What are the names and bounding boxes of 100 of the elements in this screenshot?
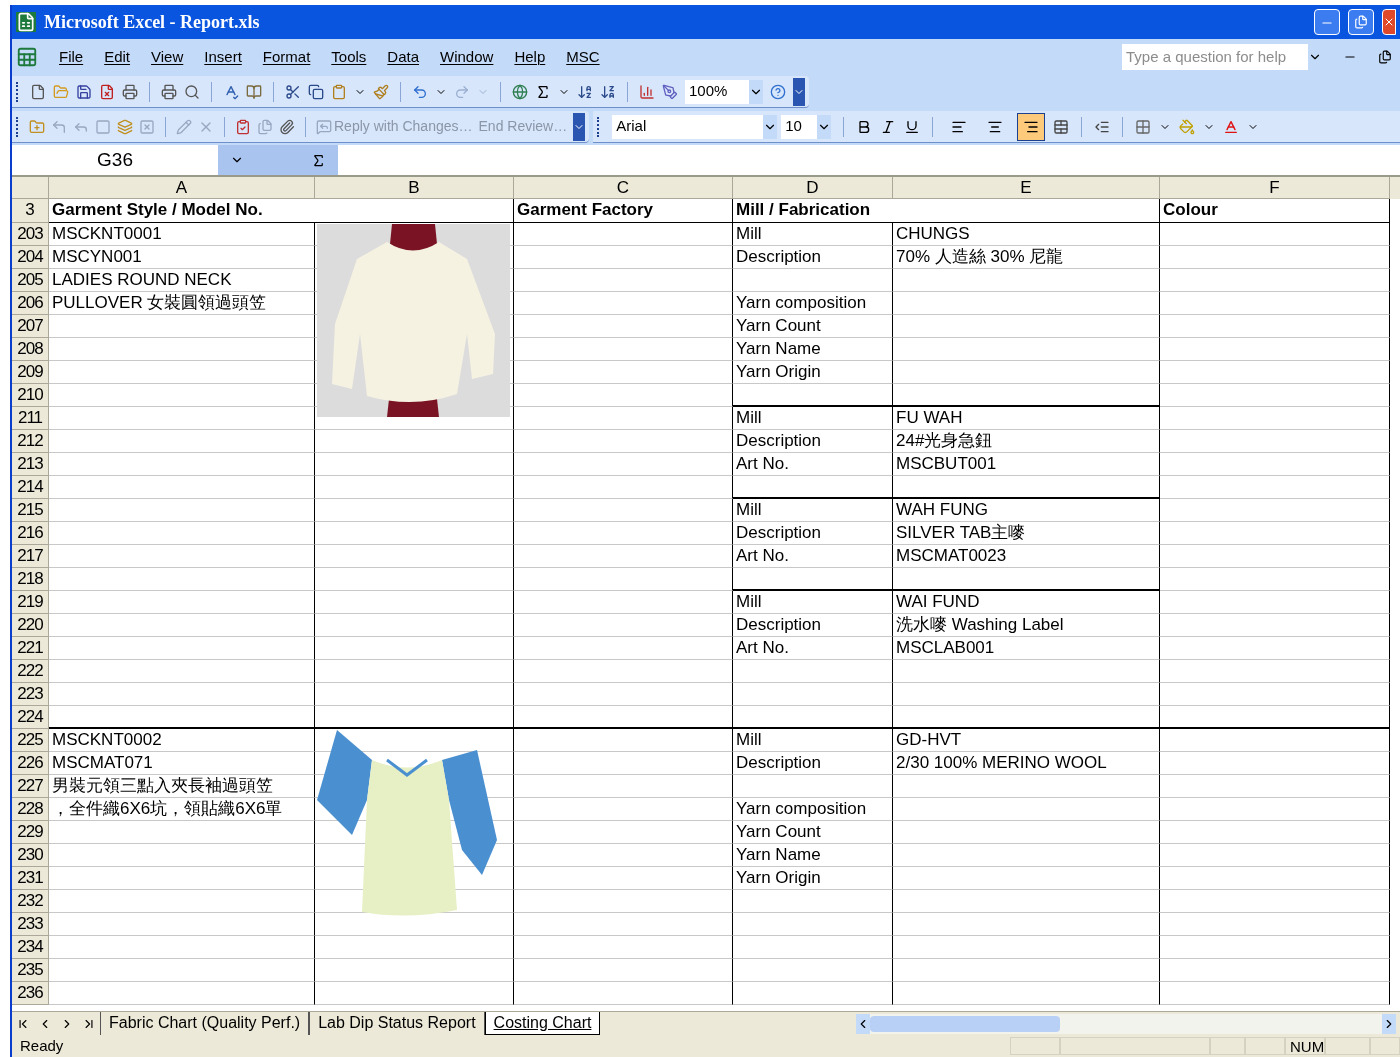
menu-item[interactable]: Tools (331, 45, 367, 69)
table-cell: MSCYN001 (49, 246, 315, 269)
track-changes-icon[interactable] (235, 118, 251, 135)
drawing-icon[interactable] (662, 83, 678, 100)
fill-color-icon[interactable] (1179, 118, 1196, 135)
menu-item[interactable]: MSC (566, 45, 600, 69)
paste-icon[interactable] (331, 83, 347, 100)
function-icon[interactable] (311, 152, 326, 168)
column-header[interactable]: A (49, 177, 315, 199)
row-header[interactable]: 213 (12, 453, 49, 476)
row-header[interactable]: 233 (12, 913, 49, 936)
minimize-button[interactable] (1314, 9, 1340, 35)
menu-item[interactable]: Insert (204, 45, 242, 69)
menu-item[interactable]: Edit (104, 45, 131, 69)
print-icon[interactable] (161, 83, 177, 100)
sheet-tab[interactable]: Costing Chart (484, 1012, 601, 1035)
menu-item[interactable]: Window (440, 45, 494, 69)
column-header[interactable]: C (514, 177, 733, 199)
row-header[interactable]: 207 (12, 315, 49, 338)
attachment-icon[interactable] (279, 118, 295, 135)
row-header[interactable]: 212 (12, 430, 49, 453)
chart-icon[interactable] (639, 83, 655, 100)
row-header[interactable]: 231 (12, 867, 49, 890)
row-header[interactable]: 221 (12, 637, 49, 660)
row-header[interactable]: 3 (12, 199, 49, 223)
toolbar-options-icon[interactable] (793, 77, 805, 106)
menu-item[interactable]: Data (387, 45, 420, 69)
row-header[interactable]: 208 (12, 338, 49, 361)
row-header[interactable]: 204 (12, 246, 49, 269)
toolbar-options-icon[interactable] (573, 112, 586, 141)
row-header[interactable]: 225 (12, 729, 49, 752)
row-header[interactable]: 226 (12, 752, 49, 775)
row-header[interactable]: 218 (12, 568, 49, 591)
row-header[interactable]: 227 (12, 775, 49, 798)
row-header[interactable]: 236 (12, 982, 49, 1005)
row-header[interactable]: 224 (12, 706, 49, 729)
undo-icon[interactable] (412, 83, 428, 100)
row-header[interactable]: 206 (12, 292, 49, 315)
help-icon[interactable] (770, 83, 786, 100)
font-size-field[interactable]: 10 (781, 114, 832, 139)
borders-icon[interactable] (1135, 118, 1152, 135)
font-color-icon[interactable] (1223, 118, 1240, 135)
row-header[interactable]: 217 (12, 545, 49, 568)
spelling-icon[interactable] (223, 83, 239, 100)
align-right-button[interactable] (1017, 112, 1046, 141)
copy-icon[interactable] (308, 83, 324, 100)
save-icon[interactable] (76, 83, 92, 100)
row-header[interactable]: 228 (12, 798, 49, 821)
row-header[interactable]: 219 (12, 591, 49, 614)
restore-button[interactable] (1348, 9, 1374, 35)
sort-descending-icon[interactable] (600, 83, 616, 100)
close-button[interactable] (1382, 9, 1396, 35)
workbook-icon[interactable] (16, 46, 38, 68)
scroll-left-icon[interactable] (856, 1013, 870, 1034)
menu-item[interactable]: View (151, 45, 184, 69)
format-painter-icon[interactable] (373, 83, 389, 100)
close-icon (1383, 16, 1395, 28)
hyperlink-icon[interactable] (512, 83, 528, 100)
column-header[interactable]: D (733, 177, 893, 199)
row-header[interactable]: 234 (12, 936, 49, 959)
row-header[interactable]: 210 (12, 384, 49, 407)
row-header[interactable]: 232 (12, 890, 49, 913)
row-header[interactable]: 214 (12, 476, 49, 499)
row-header[interactable]: 203 (12, 223, 49, 246)
row-header[interactable]: 220 (12, 614, 49, 637)
zoom-field[interactable]: 100% (685, 79, 763, 104)
permission-icon[interactable] (99, 83, 115, 100)
underline-icon[interactable] (904, 118, 921, 135)
table-cell: LADIES ROUND NECK (49, 269, 315, 292)
help-search-field[interactable]: Type a question for help (1122, 44, 1322, 70)
merge-center-icon[interactable] (1053, 118, 1070, 135)
row-header[interactable]: 223 (12, 683, 49, 706)
horizontal-scrollbar[interactable] (856, 1013, 1396, 1034)
autosum-icon[interactable] (535, 83, 551, 100)
table-cell: 24#光身急鈕 (893, 430, 1160, 453)
menu-item[interactable]: Format (262, 45, 311, 69)
cut-icon[interactable] (285, 83, 301, 100)
column-header[interactable]: F (1160, 177, 1390, 199)
menu-item[interactable]: Help (514, 45, 546, 69)
table-cell: GD-HVT (893, 729, 1160, 752)
column-header[interactable]: E (893, 177, 1160, 199)
research-icon[interactable] (246, 83, 262, 100)
row-header[interactable]: 216 (12, 522, 49, 545)
scroll-right-icon[interactable] (1382, 1013, 1396, 1034)
sort-ascending-icon[interactable] (577, 83, 593, 100)
restore-workbook-icon[interactable] (1378, 50, 1392, 64)
row-header[interactable]: 215 (12, 499, 49, 522)
reply-icon (316, 118, 332, 135)
row-header[interactable]: 222 (12, 660, 49, 683)
row-header[interactable]: 205 (12, 269, 49, 292)
menu-item[interactable]: File (59, 45, 84, 69)
row-header[interactable]: 230 (12, 844, 49, 867)
print-preview-icon[interactable] (184, 83, 200, 100)
row-header[interactable]: 211 (12, 407, 49, 430)
font-field[interactable]: Arial (612, 114, 778, 139)
new-file-icon[interactable] (30, 83, 46, 100)
row-header[interactable]: 229 (12, 821, 49, 844)
row-header[interactable]: 209 (12, 361, 49, 384)
row-header[interactable]: 235 (12, 959, 49, 982)
column-header[interactable]: B (315, 177, 514, 199)
